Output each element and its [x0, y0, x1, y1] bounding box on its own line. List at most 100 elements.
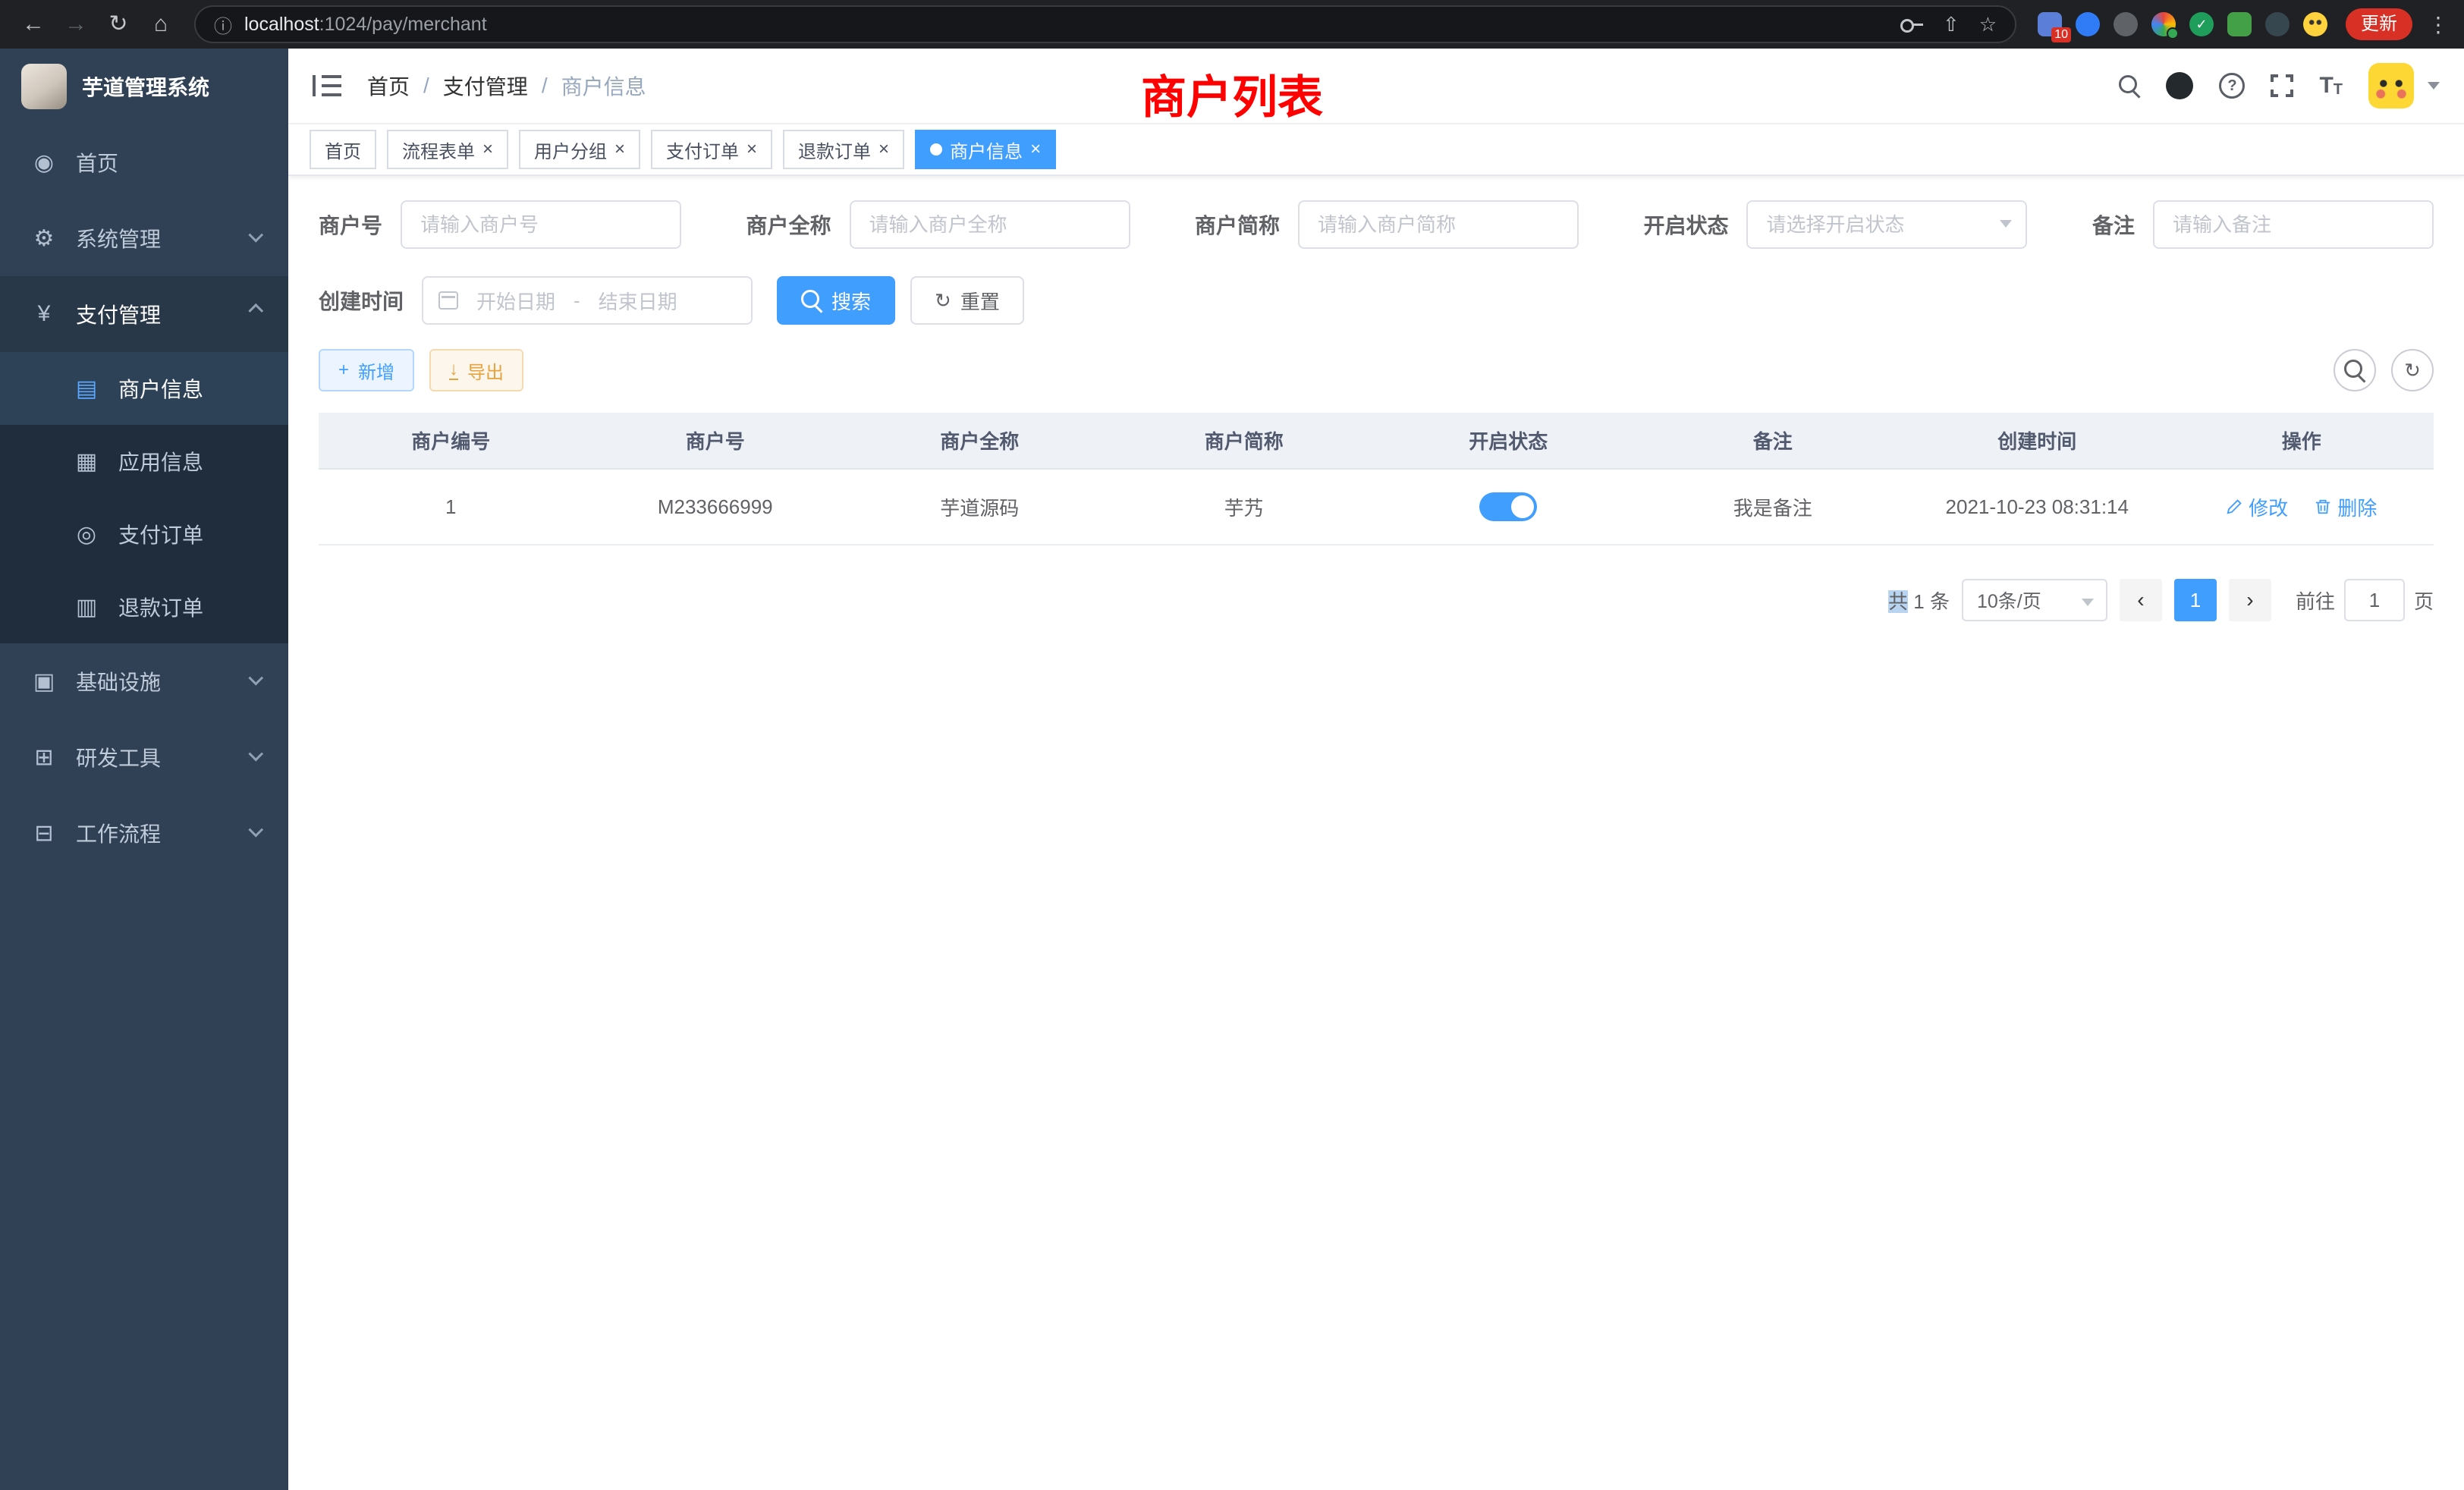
tab-pay-order[interactable]: 支付订单 × [651, 130, 772, 169]
short-name-input[interactable] [1298, 200, 1579, 249]
sidebar-item-home[interactable]: ◉ 首页 [0, 124, 288, 200]
sidebar-item-system[interactable]: ⚙ 系统管理 [0, 200, 288, 276]
screen: ← → ↻ ⌂ ⓘ localhost:1024/pay/merchant ⇧ … [0, 0, 2464, 1490]
delete-link[interactable]: 删除 [2315, 493, 2377, 521]
sidebar-item-label: 系统管理 [76, 223, 161, 253]
search-icon [2344, 360, 2365, 381]
app-logo: 芋道管理系统 [0, 49, 288, 124]
browser-menu-icon[interactable]: ⋮ [2428, 12, 2449, 37]
extension-icon-6[interactable] [2227, 12, 2252, 36]
merchant-card-icon: ▤ [73, 376, 100, 402]
sidebar-item-label: 首页 [76, 147, 118, 178]
chevron-up-icon [248, 303, 263, 319]
date-start-placeholder: 开始日期 [472, 287, 560, 315]
reset-button[interactable]: ↻ 重置 [910, 276, 1024, 325]
refresh-icon: ↻ [2404, 359, 2421, 382]
browser-forward-icon[interactable]: → [58, 6, 94, 42]
chevron-down-icon [248, 671, 263, 686]
share-icon[interactable]: ⇧ [1943, 13, 1960, 36]
close-icon[interactable]: × [482, 140, 493, 159]
extension-icon-2[interactable] [2076, 12, 2100, 36]
col-full-name: 商户全称 [847, 413, 1112, 469]
status-toggle[interactable] [1479, 492, 1537, 521]
sidebar-item-workflow[interactable]: ⊟ 工作流程 [0, 795, 288, 871]
site-info-icon[interactable]: ⓘ [214, 11, 232, 38]
tab-refund-order[interactable]: 退款订单 × [783, 130, 904, 169]
cell-remark: 我是备注 [1641, 469, 1906, 545]
close-icon[interactable]: × [1030, 140, 1041, 159]
help-icon[interactable]: ? [2219, 73, 2245, 99]
extension-icon-4[interactable] [2151, 12, 2176, 36]
sidebar-item-devtools[interactable]: ⊞ 研发工具 [0, 719, 288, 795]
breadcrumb-home[interactable]: 首页 [367, 71, 410, 101]
sidebar-item-infra[interactable]: ▣ 基础设施 [0, 643, 288, 719]
page-size-select[interactable]: 10条/页 [1962, 579, 2107, 621]
breadcrumb-payment[interactable]: 支付管理 [443, 71, 528, 101]
sidebar-item-label: 退款订单 [118, 592, 203, 622]
extension-icon-8[interactable] [2303, 12, 2327, 36]
tab-home[interactable]: 首页 [310, 130, 376, 169]
tab-process-form[interactable]: 流程表单 × [387, 130, 508, 169]
devtools-icon: ⊞ [30, 744, 58, 771]
close-icon[interactable]: × [746, 140, 757, 159]
payment-submenu: ▤ 商户信息 ▦ 应用信息 ◎ 支付订单 ▥ 退 [0, 352, 288, 643]
browser-chrome: ← → ↻ ⌂ ⓘ localhost:1024/pay/merchant ⇧ … [0, 0, 2464, 49]
remark-input[interactable] [2153, 200, 2434, 249]
font-size-icon[interactable]: TT [2319, 74, 2343, 97]
sidebar-item-refund-order[interactable]: ▥ 退款订单 [0, 571, 288, 643]
create-time-label: 创建时间 [319, 285, 404, 316]
sidebar-item-label: 工作流程 [76, 818, 161, 848]
refresh-table-button[interactable]: ↻ [2391, 349, 2434, 391]
browser-back-icon[interactable]: ← [15, 6, 52, 42]
toggle-search-button[interactable] [2334, 349, 2376, 391]
next-page-button[interactable]: › [2229, 579, 2271, 621]
sidebar-item-pay-order[interactable]: ◎ 支付订单 [0, 498, 288, 571]
close-icon[interactable]: × [878, 140, 889, 159]
tab-merchant-info[interactable]: 商户信息 × [915, 130, 1056, 169]
breadcrumb-separator: / [423, 74, 429, 98]
page-unit-label: 页 [2414, 586, 2434, 615]
chevron-down-icon [248, 822, 263, 838]
extension-icon-7[interactable] [2265, 12, 2290, 36]
sidebar-item-merchant-info[interactable]: ▤ 商户信息 [0, 352, 288, 425]
infrastructure-icon: ▣ [30, 668, 58, 695]
merchant-no-label: 商户号 [319, 209, 382, 240]
close-icon[interactable]: × [614, 140, 625, 159]
browser-update-button[interactable]: 更新 [2346, 8, 2412, 40]
status-select-input[interactable] [1746, 200, 2027, 249]
edit-link[interactable]: 修改 [2226, 493, 2288, 521]
annotation-merchant-list: 商户列表 [1141, 61, 1323, 127]
sidebar-toggle-icon[interactable] [313, 74, 343, 98]
address-bar[interactable]: ⓘ localhost:1024/pay/merchant ⇧ ☆ [194, 5, 2016, 43]
avatar-dropdown-caret-icon[interactable] [2428, 82, 2440, 90]
add-button[interactable]: + 新增 [319, 349, 414, 391]
table-row: 1 M233666999 芋道源码 芋艿 我是备注 2021-10-23 08:… [319, 469, 2434, 545]
sidebar-item-app-info[interactable]: ▦ 应用信息 [0, 425, 288, 498]
browser-home-icon[interactable]: ⌂ [143, 6, 179, 42]
tab-user-group[interactable]: 用户分组 × [519, 130, 640, 169]
export-button[interactable]: ↓ 导出 [429, 349, 523, 391]
sidebar-item-payment[interactable]: ¥ 支付管理 [0, 276, 288, 352]
fullscreen-icon[interactable] [2271, 74, 2293, 97]
github-icon[interactable] [2166, 72, 2193, 99]
page-1-button[interactable]: 1 [2174, 579, 2217, 621]
status-select[interactable] [1746, 200, 2027, 249]
bookmark-star-icon[interactable]: ☆ [1979, 13, 1997, 36]
prev-page-button[interactable]: ‹ [2120, 579, 2162, 621]
url-text: localhost:1024/pay/merchant [244, 14, 487, 36]
cell-status [1376, 469, 1641, 545]
extension-icon-5[interactable]: ✓ [2189, 12, 2214, 36]
browser-reload-icon[interactable]: ↻ [100, 6, 137, 42]
extension-icon-1[interactable]: 10 [2038, 12, 2062, 36]
sidebar-menu: ◉ 首页 ⚙ 系统管理 ¥ 支付管理 ▤ [0, 124, 288, 871]
merchant-no-input[interactable] [401, 200, 681, 249]
goto-page-input[interactable] [2344, 579, 2405, 621]
search-icon[interactable] [2119, 75, 2140, 96]
search-button[interactable]: 搜索 [777, 276, 895, 325]
avatar[interactable] [2368, 63, 2414, 108]
trash-icon [2315, 498, 2331, 515]
full-name-input[interactable] [850, 200, 1130, 249]
create-time-range-picker[interactable]: 开始日期 - 结束日期 [422, 276, 753, 325]
extension-icon-3[interactable] [2114, 12, 2138, 36]
password-key-icon[interactable] [1900, 17, 1923, 31]
